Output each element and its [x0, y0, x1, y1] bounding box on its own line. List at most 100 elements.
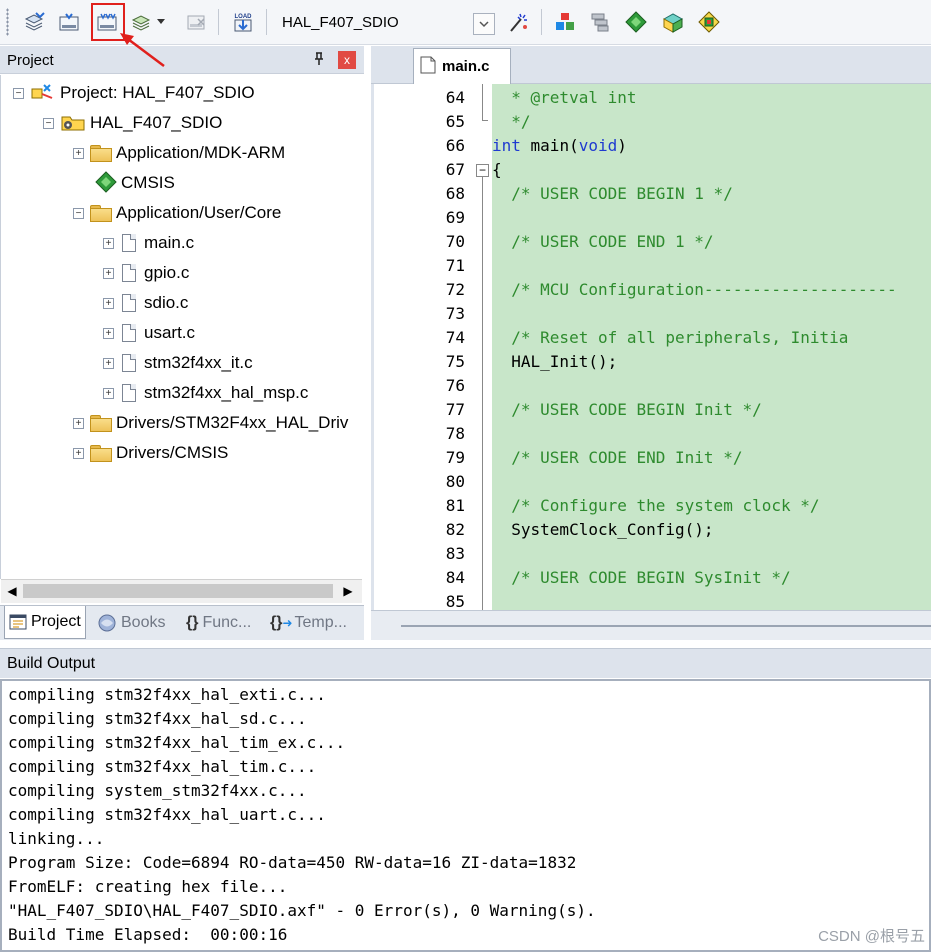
- expand-icon[interactable]: +: [103, 267, 114, 279]
- tree-item-label: usart.c: [144, 323, 196, 342]
- tree-item[interactable]: + Drivers/CMSIS: [73, 438, 228, 468]
- tree-item[interactable]: + stm32f4xx_hal_msp.c: [103, 378, 308, 408]
- pack-installer-button[interactable]: [659, 8, 687, 36]
- file-icon: [122, 354, 136, 372]
- tab-books[interactable]: Books: [96, 608, 165, 638]
- fold-collapse-icon[interactable]: −: [476, 164, 489, 177]
- build-output-line: Build Time Elapsed: 00:00:16: [8, 925, 288, 944]
- tab-project-label: Project: [31, 613, 81, 630]
- code-line[interactable]: /* USER CODE BEGIN SysInit */: [492, 566, 790, 590]
- line-number: 80: [445, 472, 465, 491]
- tab-functions-label: Func...: [202, 614, 252, 631]
- tree-item[interactable]: + main.c: [103, 228, 194, 258]
- code-line[interactable]: /* USER CODE END Init */: [492, 446, 742, 470]
- tab-templates[interactable]: {}➜ Temp...: [270, 608, 347, 638]
- tab-main-c[interactable]: main.c: [413, 48, 511, 84]
- project-horizontal-scrollbar[interactable]: ◀ ▶: [1, 579, 362, 603]
- batch-build-button[interactable]: [128, 8, 156, 36]
- manage-project-items-button[interactable]: [551, 8, 579, 36]
- line-number: 84: [445, 568, 465, 587]
- tab-project[interactable]: Project: [4, 606, 86, 639]
- tree-item-label: main.c: [144, 233, 195, 252]
- folder-icon: [90, 445, 112, 462]
- device-database-button[interactable]: [695, 8, 723, 36]
- build-output-line: linking...: [8, 829, 105, 848]
- code-token: int: [492, 136, 521, 155]
- stop-build-button[interactable]: [182, 8, 210, 36]
- scroll-left-icon[interactable]: ◀: [3, 582, 21, 600]
- translate-button[interactable]: [20, 8, 48, 36]
- code-token: void: [578, 136, 618, 155]
- tree-item[interactable]: + sdio.c: [103, 288, 188, 318]
- tree-item[interactable]: − HAL_F407_SDIO: [43, 108, 222, 138]
- editor-horizontal-scrollbar[interactable]: [371, 610, 931, 640]
- tree-item-label: stm32f4xx_hal_msp.c: [144, 383, 309, 402]
- tree-item[interactable]: + stm32f4xx_it.c: [103, 348, 253, 378]
- line-number: 74: [445, 328, 465, 347]
- tab-functions[interactable]: {} Func...: [186, 608, 251, 638]
- build-output-console[interactable]: compiling stm32f4xx_hal_exti.c... compili…: [0, 679, 931, 952]
- scroll-thumb[interactable]: [23, 584, 333, 598]
- code-line[interactable]: /* USER CODE BEGIN Init */: [492, 398, 761, 422]
- folder-icon: [90, 145, 112, 162]
- code-line[interactable]: /* USER CODE END 1 */: [492, 230, 713, 254]
- expand-icon[interactable]: +: [73, 447, 84, 459]
- code-line[interactable]: /* Configure the system clock */: [492, 494, 819, 518]
- expand-icon[interactable]: +: [103, 387, 114, 399]
- expand-icon[interactable]: +: [103, 327, 114, 339]
- tree-item[interactable]: + usart.c: [103, 318, 195, 348]
- toolbar-separator: [266, 9, 267, 35]
- code-line[interactable]: * @retval int: [492, 86, 636, 110]
- target-icon: [60, 112, 86, 135]
- select-packs-button[interactable]: [586, 8, 614, 36]
- build-button[interactable]: [55, 8, 83, 36]
- expand-icon[interactable]: +: [103, 237, 114, 249]
- code-line[interactable]: HAL_Init();: [492, 350, 617, 374]
- download-button[interactable]: LOAD: [229, 8, 257, 36]
- device-database-icon: [698, 11, 720, 33]
- code-line[interactable]: /* Reset of all peripherals, Initia: [492, 326, 848, 350]
- tree-item[interactable]: − Project: HAL_F407_SDIO: [13, 78, 255, 108]
- pin-icon[interactable]: [313, 52, 325, 69]
- tree-item-label: sdio.c: [144, 293, 189, 312]
- expand-icon[interactable]: +: [73, 417, 84, 429]
- tree-item[interactable]: − Application/User/Core: [73, 198, 281, 228]
- tree-item[interactable]: CMSIS: [95, 168, 175, 198]
- code-line[interactable]: {: [492, 158, 502, 182]
- code-line[interactable]: /* USER CODE BEGIN 1 */: [492, 182, 733, 206]
- code-line[interactable]: */: [492, 110, 530, 134]
- folder-icon: [90, 415, 112, 432]
- code-line[interactable]: int main(void): [492, 134, 627, 158]
- collapse-icon[interactable]: −: [43, 117, 54, 129]
- expand-icon[interactable]: +: [103, 357, 114, 369]
- close-icon[interactable]: x: [338, 51, 356, 69]
- collapse-icon[interactable]: −: [13, 87, 24, 99]
- collapse-icon[interactable]: −: [73, 207, 84, 219]
- scroll-track[interactable]: [401, 625, 931, 627]
- toolbar-separator: [218, 9, 219, 35]
- line-number: 75: [445, 352, 465, 371]
- toolbar-grip[interactable]: [6, 8, 9, 36]
- code-token: main(: [520, 136, 579, 155]
- scroll-right-icon[interactable]: ▶: [339, 582, 357, 600]
- manage-run-time-environment-button[interactable]: [622, 8, 650, 36]
- target-select[interactable]: HAL_F407_SDIO: [282, 14, 399, 31]
- build-output-line: compiling system_stm32f4xx.c...: [8, 781, 307, 800]
- code-line[interactable]: SystemClock_Config();: [492, 518, 713, 542]
- expand-icon[interactable]: +: [103, 297, 114, 309]
- tree-item[interactable]: + Application/MDK-ARM: [73, 138, 285, 168]
- tree-item[interactable]: + gpio.c: [103, 258, 189, 288]
- batch-build-dropdown[interactable]: [153, 8, 169, 36]
- tree-item-label: Project: HAL_F407_SDIO: [60, 83, 255, 102]
- expand-icon[interactable]: +: [73, 147, 84, 159]
- target-options-button[interactable]: [505, 8, 533, 36]
- project-panel-tabs: Project Books {} Func... {}➜ Temp...: [0, 605, 364, 640]
- code-line[interactable]: /* MCU Configuration--------------------: [492, 278, 896, 302]
- tree-item[interactable]: + Drivers/STM32F4xx_HAL_Driv: [73, 408, 348, 438]
- line-number: 78: [445, 424, 465, 443]
- translate-icon: [24, 12, 45, 31]
- file-icon: [122, 324, 136, 342]
- target-dropdown-button[interactable]: [473, 13, 495, 35]
- code-area[interactable]: * @retval int */int main(void){ /* USER …: [492, 84, 931, 610]
- code-editor[interactable]: 64 65 66 67 68 69 70 71 72 73 74 75 76 77 78 79 80 81 82 83…: [371, 84, 931, 610]
